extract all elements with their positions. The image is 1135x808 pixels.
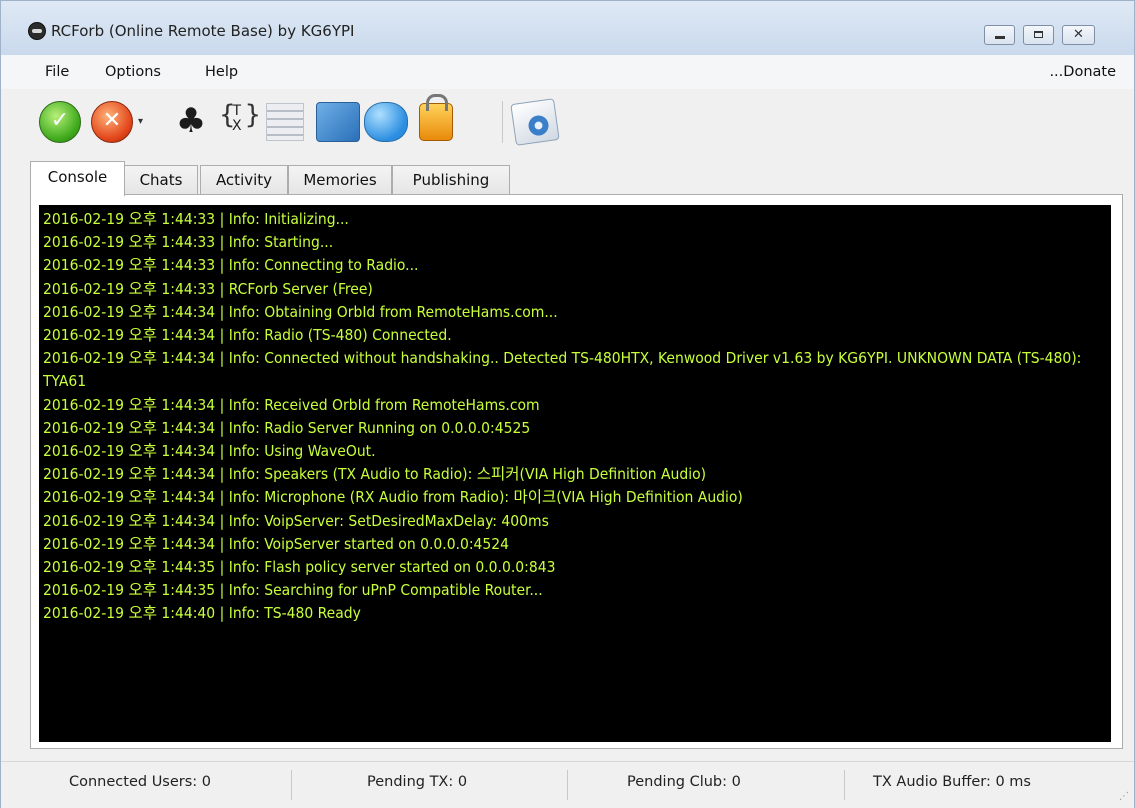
minimize-button[interactable] [984, 25, 1015, 45]
console-log-line: 2016-02-19 오후 1:44:34 | Info: Using Wave… [43, 442, 376, 461]
menu-help[interactable]: Help [205, 64, 238, 80]
status-pending-tx: Pending TX: 0 [367, 774, 468, 790]
gear-badge [527, 114, 550, 137]
app-logo-icon [28, 22, 46, 40]
settings-gear-icon[interactable] [510, 98, 560, 146]
tx-label: T X [232, 103, 242, 134]
console-log-line: 2016-02-19 오후 1:44:34 | Info: Connected … [43, 349, 1082, 391]
network-icon[interactable] [316, 102, 360, 142]
tab-chats[interactable]: Chats [124, 165, 198, 195]
console-log-line: 2016-02-19 오후 1:44:33 | RCForb Server (F… [43, 279, 373, 298]
window-title: RCForb (Online Remote Base) by KG6YPI [51, 22, 355, 40]
tx-brace-right: } [244, 100, 261, 130]
minimize-icon [994, 36, 1005, 39]
title-bar[interactable]: RCForb (Online Remote Base) by KG6YPI ✕ [1, 1, 1134, 55]
menu-donate[interactable]: ...Donate [1049, 64, 1116, 80]
users-icon[interactable] [364, 102, 408, 142]
console-log-line: 2016-02-19 오후 1:44:35 | Info: Searching … [43, 581, 543, 600]
status-divider [844, 770, 845, 800]
close-icon: ✕ [1073, 27, 1084, 42]
resize-grip-icon[interactable]: ⋰ [1119, 791, 1129, 802]
tab-activity[interactable]: Activity [200, 165, 288, 195]
maximize-button[interactable] [1023, 25, 1054, 45]
console-log-line: 2016-02-19 오후 1:44:34 | Info: VoipServer… [43, 534, 510, 553]
menu-bar: File Options Help ...Donate [1, 55, 1134, 89]
status-divider [567, 770, 568, 800]
disconnect-stop-icon[interactable]: ✕ [91, 101, 133, 143]
console-log-line: 2016-02-19 오후 1:44:33 | Info: Initializi… [43, 210, 349, 228]
console-log-line: 2016-02-19 오후 1:44:35 | Info: Flash poli… [43, 558, 556, 577]
maximize-icon [1034, 31, 1043, 38]
tab-memories[interactable]: Memories [288, 165, 392, 195]
menu-file[interactable]: File [45, 64, 69, 80]
club-icon[interactable]: ♣ [171, 101, 211, 141]
console-log-line: 2016-02-19 오후 1:44:40 | Info: TS-480 Rea… [43, 604, 361, 623]
status-tx-audio-buffer: TX Audio Buffer: 0 ms [873, 774, 1031, 790]
tx-icon[interactable]: { T X } [219, 101, 261, 141]
console-log-line: 2016-02-19 오후 1:44:34 | Info: Obtaining … [43, 302, 558, 321]
console-log-line: 2016-02-19 오후 1:44:34 | Info: Speakers (… [43, 465, 707, 484]
status-bar: Connected Users: 0 Pending TX: 0 Pending… [1, 761, 1134, 808]
app-window: RCForb (Online Remote Base) by KG6YPI ✕ … [0, 0, 1135, 808]
chevron-down-icon[interactable]: ▾ [138, 116, 143, 127]
console-log-line: 2016-02-19 오후 1:44:33 | Info: Starting..… [43, 233, 334, 252]
console-log-line: 2016-02-19 오후 1:44:33 | Info: Connecting… [43, 256, 419, 275]
grid-icon[interactable] [266, 103, 304, 141]
status-pending-club: Pending Club: 0 [627, 774, 741, 790]
console-log-line: 2016-02-19 오후 1:44:34 | Info: Received O… [43, 395, 540, 414]
status-divider [291, 770, 292, 800]
status-connected-users: Connected Users: 0 [69, 774, 212, 790]
menu-options[interactable]: Options [105, 64, 161, 80]
lock-icon[interactable] [419, 94, 453, 141]
console-log-line: 2016-02-19 오후 1:44:34 | Info: Radio (TS-… [43, 326, 452, 345]
console-log-line: 2016-02-19 오후 1:44:34 | Info: Microphone… [43, 488, 743, 507]
console-log[interactable]: 2016-02-19 오후 1:44:33 | Info: Initializi… [39, 205, 1111, 742]
tab-console[interactable]: Console [30, 161, 125, 196]
close-button[interactable]: ✕ [1062, 25, 1095, 45]
console-log-line: 2016-02-19 오후 1:44:34 | Info: VoipServer… [43, 511, 549, 530]
console-log-line: 2016-02-19 오후 1:44:34 | Info: Radio Serv… [43, 418, 531, 437]
toolbar-separator [502, 101, 503, 143]
tab-publishing[interactable]: Publishing [392, 165, 510, 195]
connect-ok-icon[interactable]: ✓ [39, 101, 81, 143]
